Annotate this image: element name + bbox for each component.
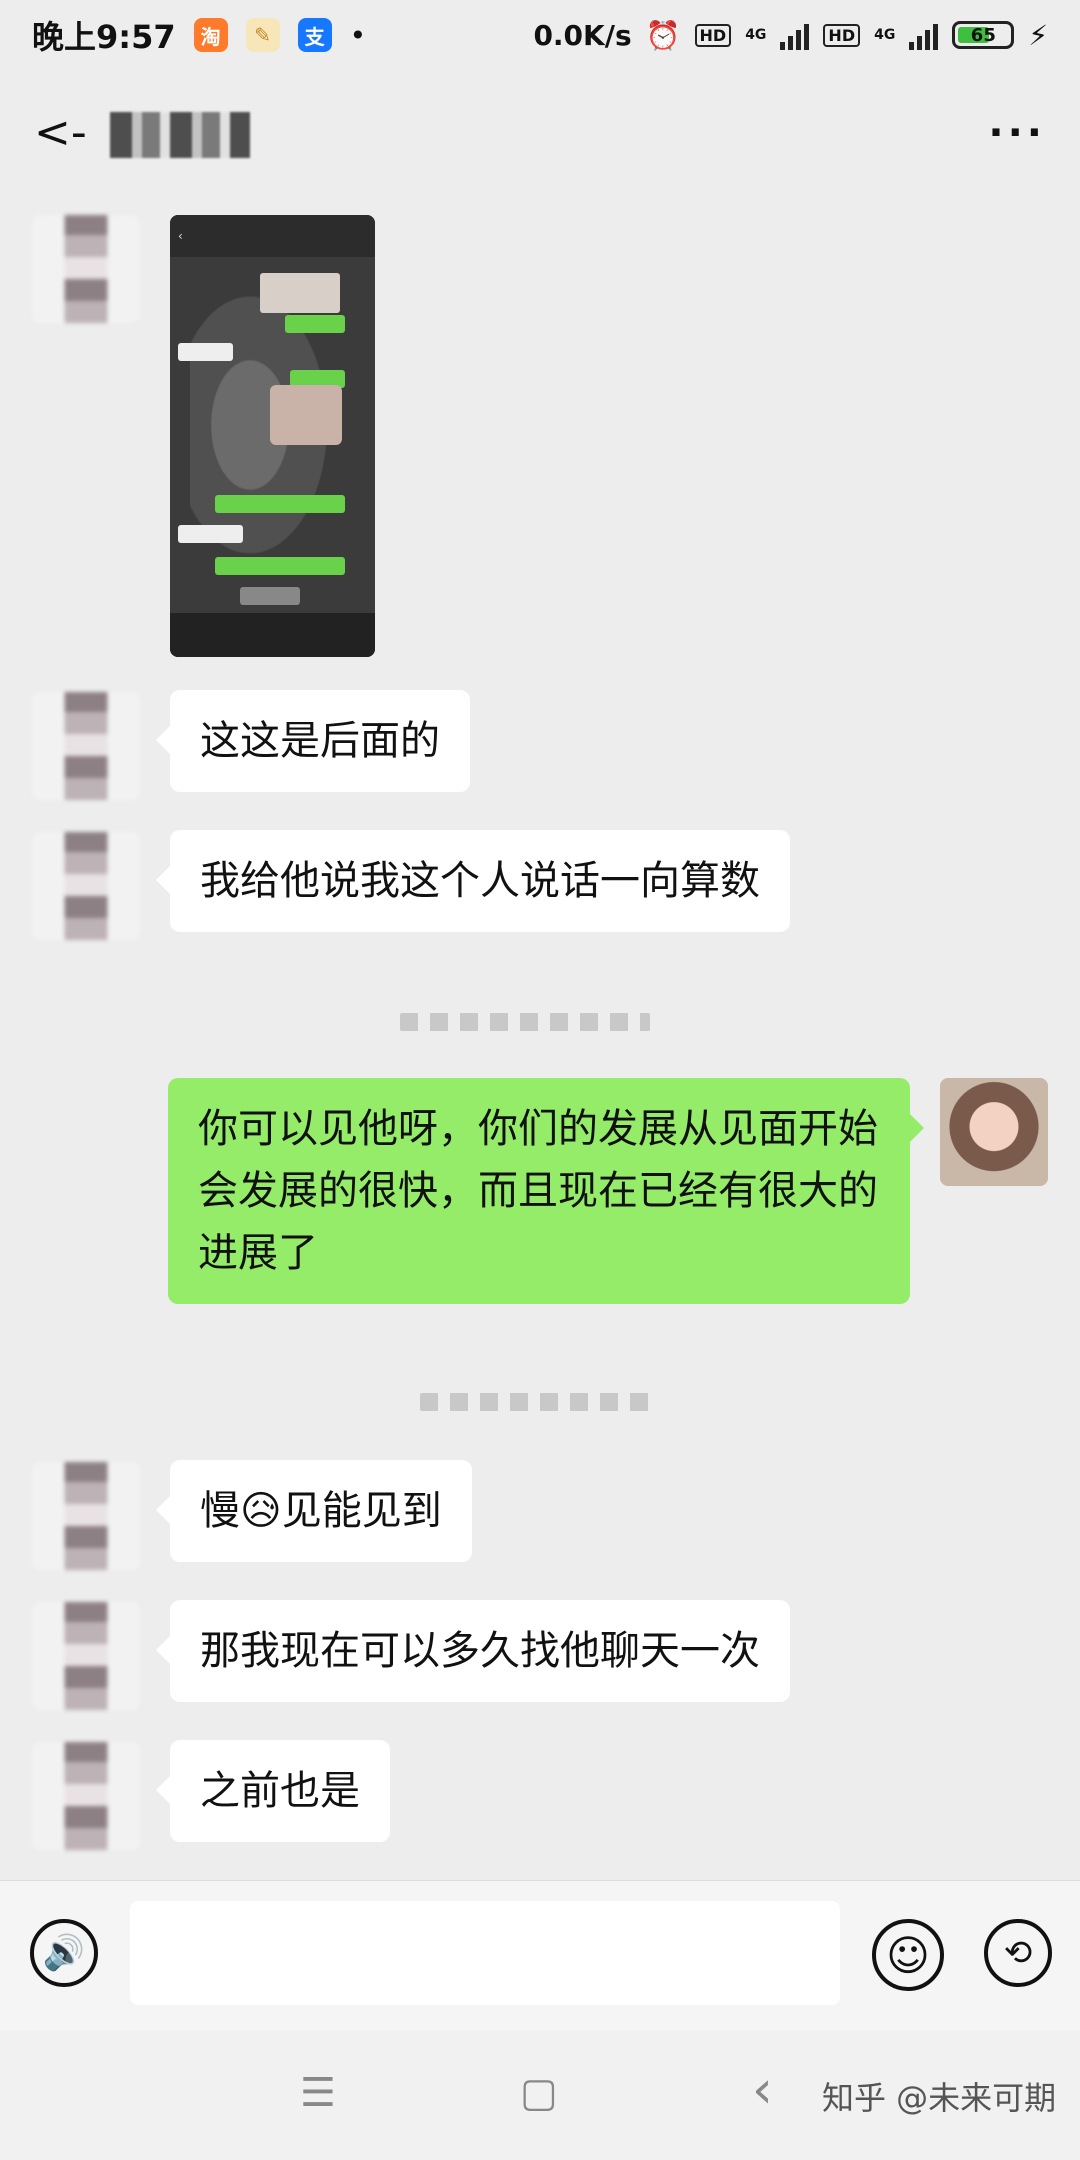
message-input[interactable] — [130, 1901, 840, 2005]
timestamp-blurred — [400, 1013, 650, 1031]
message-text: 见能见到 — [281, 1488, 442, 1534]
history-icon[interactable]: ⟲ — [984, 1919, 1052, 1987]
chat-header: <- ··· — [0, 70, 1080, 195]
avatar[interactable] — [32, 692, 140, 800]
my-avatar[interactable] — [940, 1078, 1048, 1186]
message-text: 慢 — [200, 1488, 240, 1534]
avatar[interactable] — [32, 832, 140, 940]
message-bubble[interactable]: 慢😥见能见到 — [156, 1460, 472, 1562]
charging-icon: ⚡ — [1028, 18, 1048, 52]
avatar[interactable] — [32, 1742, 140, 1850]
more-icon[interactable]: ··· — [988, 110, 1046, 156]
emoji-icon[interactable]: ☺ — [872, 1919, 944, 1991]
voice-icon[interactable]: 🔊 — [30, 1919, 98, 1987]
avatar[interactable] — [32, 1602, 140, 1710]
status-bar: 晚上9:57 淘 ✎ 支 • 0.0K/s ⏰ HD 4G HD 4G 65 ⚡ — [0, 0, 1080, 70]
watermark: 知乎 @未来可期 — [822, 2079, 1057, 2117]
chat-title-blurred — [110, 112, 250, 158]
message-bubble-mine[interactable]: 你可以见他呀，你们的发展从见面开始会发展的很快，而且现在已经有很大的进展了 — [168, 1078, 924, 1304]
message-bubble[interactable]: 我给他说我这个人说话一向算数 — [156, 830, 790, 932]
back-arrow-icon[interactable]: <- — [34, 107, 94, 158]
network-type-1: 4G — [745, 27, 767, 43]
message-bubble[interactable]: 这这是后面的 — [156, 690, 470, 792]
avatar[interactable] — [32, 215, 140, 323]
signal-icon — [780, 20, 810, 50]
home-icon[interactable]: ▢ — [520, 2070, 558, 2116]
screenshot-header: ‹ — [170, 215, 375, 257]
image-message[interactable]: ‹ — [170, 215, 375, 657]
menu-icon[interactable]: ☰ — [300, 2070, 336, 2116]
net-speed: 0.0K/s — [533, 18, 632, 52]
timestamp-blurred — [420, 1393, 650, 1411]
signal-icon — [909, 20, 939, 50]
input-bar: 🔊 ☺ ⟲ — [0, 1880, 1080, 2031]
back-icon[interactable]: ‹ — [752, 2060, 773, 2120]
notification-dot: • — [349, 18, 367, 52]
network-type-2: 4G — [874, 27, 896, 43]
avatar[interactable] — [32, 1462, 140, 1570]
message-bubble[interactable]: 之前也是 — [156, 1740, 390, 1842]
sad-emoji-icon: 😥 — [240, 1488, 282, 1534]
hd-badge-1: HD — [694, 23, 732, 47]
status-time: 晚上9:57 — [32, 18, 176, 56]
hd-badge-2: HD — [823, 23, 861, 47]
taobao-icon: 淘 — [193, 18, 228, 52]
alarm-icon: ⏰ — [645, 18, 681, 52]
battery-icon: 65 — [952, 21, 1015, 49]
notes-icon: ✎ — [245, 18, 280, 52]
alipay-icon: 支 — [297, 18, 332, 52]
message-bubble[interactable]: 那我现在可以多久找他聊天一次 — [156, 1600, 790, 1702]
